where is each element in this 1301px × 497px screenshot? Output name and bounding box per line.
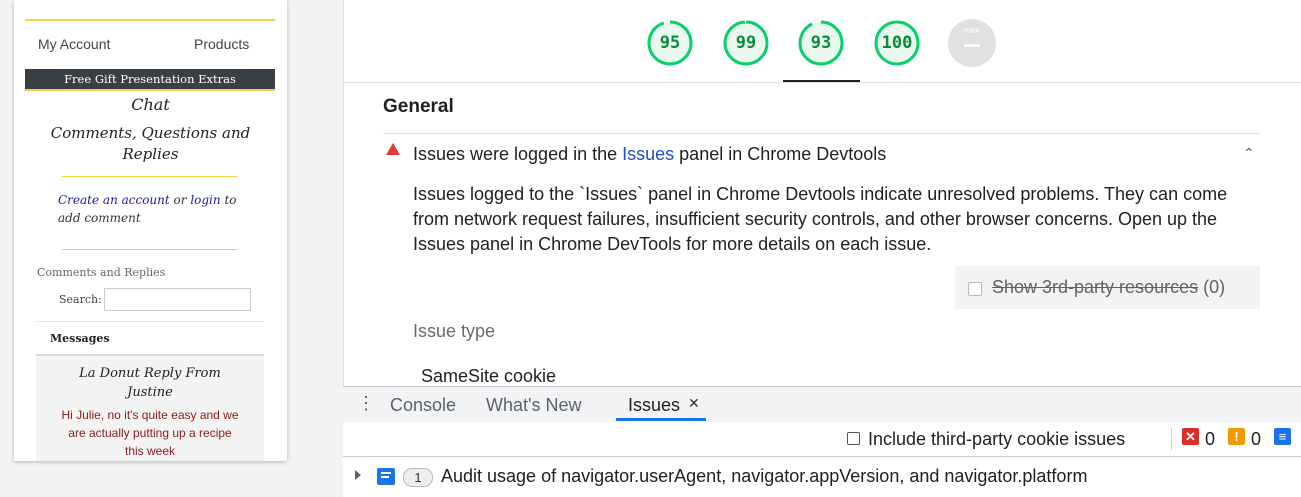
audit-title-text: panel in Chrome Devtools: [674, 144, 887, 164]
score-gauge-accessibility[interactable]: 99: [722, 19, 770, 67]
error-count: 0: [1205, 429, 1216, 449]
gold-divider: [62, 176, 237, 177]
table-header-issue-type: Issue type: [413, 321, 496, 341]
close-tab-icon[interactable]: ✕: [688, 395, 700, 412]
warning-triangle-icon: [386, 143, 400, 155]
third-party-label-text: Show 3rd-party resources: [992, 277, 1199, 297]
score-value: 100: [881, 33, 913, 53]
section-heading: General: [383, 96, 454, 117]
toolbar-separator: [1171, 428, 1172, 450]
third-party-checkbox[interactable]: [968, 282, 982, 296]
or-text: or: [169, 193, 191, 207]
score-value: 95: [659, 33, 681, 53]
message-body: Hi Julie, no it's quite easy and we are …: [61, 408, 239, 458]
message-title-line: Justine: [127, 385, 173, 400]
third-party-filter[interactable]: Show 3rd-party resources (0): [955, 266, 1260, 309]
score-gauge-seo[interactable]: 100: [873, 19, 921, 67]
chat-subtitle-line: Comments, Questions and: [50, 124, 251, 142]
table-cell-issue-type: SameSite cookie: [421, 366, 557, 386]
issue-list-item[interactable]: 1 Audit usage of navigator.userAgent, na…: [343, 457, 1301, 497]
create-account-prompt: Create an account or login to add commen…: [58, 191, 238, 227]
expand-arrow-icon[interactable]: [355, 470, 361, 480]
audit-title-text: Issues were logged in the: [413, 144, 623, 164]
warning-count: 0: [1251, 429, 1262, 449]
include-third-party-label[interactable]: Include third-party cookie issues: [868, 429, 1125, 450]
issues-toolbar: Include third-party cookie issues ✕ 0 ! …: [343, 422, 1301, 457]
score-value: 99: [735, 33, 757, 53]
nav-my-account[interactable]: My Account: [38, 36, 110, 52]
warning-icon: !: [1228, 428, 1245, 445]
score-value: 93: [810, 33, 832, 53]
drawer-tab-bar: ⋮ Console What's New Issues ✕: [343, 386, 1301, 423]
messages-heading: Messages: [50, 332, 110, 345]
pwa-badge-icon: [948, 19, 996, 67]
score-gauges-bar: 95 99 93 100 PWA: [344, 0, 1301, 83]
score-gauge-performance[interactable]: 95: [646, 19, 694, 67]
message-title: La Donut Reply From Justine: [36, 364, 264, 402]
third-party-label: Show 3rd-party resources (0): [992, 277, 1225, 298]
score-gauge-pwa[interactable]: PWA: [948, 19, 996, 67]
gold-divider: [62, 249, 237, 250]
chevron-up-icon[interactable]: ⌃: [1243, 145, 1255, 162]
tab-console[interactable]: Console: [390, 395, 456, 416]
more-options-icon[interactable]: ⋮: [357, 394, 375, 412]
message-title-line: La Donut Reply From: [79, 366, 221, 381]
audit-title[interactable]: Issues were logged in the Issues panel i…: [413, 144, 886, 165]
chat-title: Chat: [131, 95, 170, 114]
mobile-screenshot: My Account Products Free Gift Presentati…: [14, 0, 287, 461]
score-gauge-best-practices[interactable]: 93: [797, 19, 845, 67]
promo-banner[interactable]: Free Gift Presentation Extras: [25, 69, 275, 91]
section-divider: [383, 133, 1260, 134]
search-label: Search:: [59, 293, 102, 306]
site-logo: [104, 0, 224, 6]
gold-divider: [25, 19, 275, 21]
nav-products[interactable]: Products: [194, 36, 249, 52]
comments-heading: Comments and Replies: [37, 266, 166, 279]
pwa-label: PWA: [964, 28, 980, 35]
message-card[interactable]: La Donut Reply From Justine Hi Julie, no…: [36, 354, 264, 461]
tab-whats-new[interactable]: What's New: [486, 395, 581, 416]
pwa-dash-icon: [964, 44, 980, 47]
mobile-preview-panel: My Account Products Free Gift Presentati…: [0, 0, 343, 497]
audit-description: Issues logged to the `Issues` panel in C…: [413, 184, 1228, 254]
chat-subtitle: Comments, Questions and Replies: [14, 123, 287, 165]
login-link[interactable]: login: [190, 193, 220, 207]
issue-count-badge: 1: [403, 468, 433, 487]
third-party-count: (0): [1198, 277, 1226, 297]
comments-search-input[interactable]: [104, 288, 251, 311]
active-gauge-indicator: [783, 80, 860, 82]
error-icon: ✕: [1182, 428, 1199, 445]
issue-title: Audit usage of navigator.userAgent, navi…: [441, 466, 1088, 486]
include-third-party-checkbox[interactable]: [847, 432, 860, 445]
create-account-link[interactable]: Create an account: [58, 193, 170, 207]
divider: [36, 321, 264, 322]
info-icon: ≡: [1274, 428, 1291, 445]
tab-issues[interactable]: Issues: [628, 395, 680, 416]
chat-subtitle-line: Replies: [122, 145, 179, 163]
lighthouse-report: 95 99 93 100 PWA General Issues were log…: [343, 0, 1301, 386]
issue-info-icon: [377, 468, 395, 485]
issues-link[interactable]: Issues: [622, 144, 674, 164]
active-tab-indicator: [616, 418, 706, 421]
